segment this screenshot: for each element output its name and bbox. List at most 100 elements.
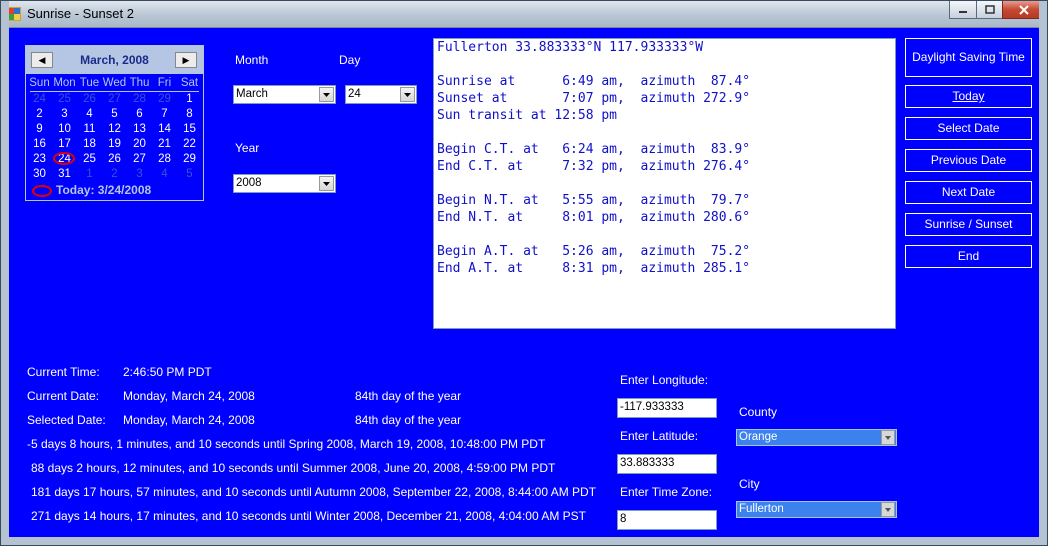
previous-date-button[interactable]: Previous Date xyxy=(905,149,1032,172)
calendar-day[interactable]: 3 xyxy=(52,108,77,120)
calendar-day[interactable]: 30 xyxy=(27,168,52,180)
calendar-day[interactable]: 19 xyxy=(102,138,127,150)
calendar-header: ◀ March, 2008 ▶ xyxy=(26,46,203,74)
calendar-day[interactable]: 9 xyxy=(27,123,52,135)
maximize-icon xyxy=(984,5,995,14)
end-button[interactable]: End xyxy=(905,245,1032,268)
calendar-day[interactable]: 5 xyxy=(177,168,202,180)
dropdown-arrow-icon[interactable] xyxy=(319,176,334,191)
summer-countdown: 88 days 2 hours, 12 minutes, and 10 seco… xyxy=(31,461,556,475)
calendar-day[interactable]: 5 xyxy=(102,108,127,120)
calendar-day[interactable]: 23 xyxy=(27,153,52,165)
calendar-day[interactable]: 29 xyxy=(152,93,177,105)
dropdown-arrow-icon[interactable] xyxy=(881,430,895,445)
calendar-day[interactable]: 24 xyxy=(52,152,77,165)
close-button[interactable] xyxy=(1002,1,1045,19)
day-select[interactable]: 24 xyxy=(345,85,417,104)
calendar-dow-header: Mon xyxy=(53,77,76,89)
result-line: End C.T. at 7:32 pm, azimuth 276.4° xyxy=(437,159,751,174)
calendar-day[interactable]: 4 xyxy=(152,168,177,180)
today-button[interactable]: Today xyxy=(905,85,1032,108)
calendar-day[interactable]: 2 xyxy=(27,108,52,120)
calendar-day[interactable]: 7 xyxy=(152,108,177,120)
calendar-day[interactable]: 8 xyxy=(177,108,202,120)
latitude-input[interactable]: 33.883333 xyxy=(617,454,717,474)
results-textbox[interactable]: Fullerton 33.883333°N 117.933333°W Sunris… xyxy=(433,38,896,329)
calendar-dow-header: Tue xyxy=(79,77,100,89)
latitude-label: Enter Latitude: xyxy=(620,429,699,443)
maximize-button[interactable] xyxy=(976,1,1003,19)
city-value: Fullerton xyxy=(739,503,784,515)
calendar-today-link[interactable]: Today: 3/24/2008 xyxy=(28,183,201,199)
current-day-of-year: 84th day of the year xyxy=(355,389,462,403)
title-bar[interactable]: Sunrise - Sunset 2 xyxy=(1,1,1047,28)
calendar-day[interactable]: 4 xyxy=(77,108,102,120)
calendar-day[interactable]: 1 xyxy=(77,168,102,180)
calendar-day[interactable]: 18 xyxy=(77,138,102,150)
app-window: Sunrise - Sunset 2 ◀ March, 2008 ▶ Today… xyxy=(0,0,1048,546)
day-value: 24 xyxy=(348,88,361,100)
calendar-dow-header: Sat xyxy=(180,77,199,89)
month-label: Month xyxy=(235,53,269,67)
calendar-dow-header: Thu xyxy=(129,77,150,89)
calendar-day[interactable]: 26 xyxy=(102,153,127,165)
year-value: 2008 xyxy=(236,177,262,189)
longitude-label: Enter Longitude: xyxy=(620,373,709,387)
calendar-day[interactable]: 28 xyxy=(127,93,152,105)
calendar-day[interactable]: 27 xyxy=(102,93,127,105)
calendar-day[interactable]: 22 xyxy=(177,138,202,150)
calendar-dow-header: Sun xyxy=(29,77,50,89)
select-date-button[interactable]: Select Date xyxy=(905,117,1032,140)
calendar-day[interactable]: 25 xyxy=(52,93,77,105)
timezone-input[interactable]: 8 xyxy=(617,510,717,530)
minimize-button[interactable] xyxy=(949,1,977,19)
calendar-day[interactable]: 6 xyxy=(127,108,152,120)
result-line: Begin C.T. at 6:24 am, azimuth 83.9° xyxy=(437,142,751,157)
selected-date-value: Monday, March 24, 2008 xyxy=(123,413,255,427)
selected-date-label: Selected Date: xyxy=(27,413,106,427)
current-time-label: Current Time: xyxy=(27,365,100,379)
county-select[interactable]: Orange xyxy=(736,429,897,446)
sunrise-sunset-label: Sunrise / Sunset xyxy=(924,217,1013,231)
calendar-day[interactable]: 2 xyxy=(102,168,127,180)
calendar-day[interactable]: 26 xyxy=(77,93,102,105)
calendar-day[interactable]: 15 xyxy=(177,123,202,135)
calendar-next-button[interactable]: ▶ xyxy=(175,52,197,68)
year-select[interactable]: 2008 xyxy=(233,174,336,193)
calendar-day[interactable]: 31 xyxy=(52,168,77,180)
previous-date-label: Previous Date xyxy=(930,153,1007,167)
calendar-day[interactable]: 12 xyxy=(102,123,127,135)
window-title: Sunrise - Sunset 2 xyxy=(27,6,134,21)
calendar-day[interactable]: 17 xyxy=(52,138,77,150)
calendar-day[interactable]: 11 xyxy=(77,123,102,135)
current-date-value: Monday, March 24, 2008 xyxy=(123,389,255,403)
select-date-label: Select Date xyxy=(937,121,1000,135)
calendar-day[interactable]: 29 xyxy=(177,153,202,165)
dropdown-arrow-icon[interactable] xyxy=(881,502,895,517)
calendar-day[interactable]: 1 xyxy=(177,93,202,105)
county-value: Orange xyxy=(739,431,778,443)
calendar-day[interactable]: 3 xyxy=(127,168,152,180)
dropdown-arrow-icon[interactable] xyxy=(400,87,415,102)
calendar-day[interactable]: 21 xyxy=(152,138,177,150)
longitude-input[interactable]: -117.933333 xyxy=(617,398,717,418)
calendar-day[interactable]: 13 xyxy=(127,123,152,135)
calendar-day[interactable]: 28 xyxy=(152,153,177,165)
calendar-day[interactable]: 24 xyxy=(27,93,52,105)
dropdown-arrow-icon[interactable] xyxy=(319,87,334,102)
minimize-icon xyxy=(959,10,967,13)
calendar-day[interactable]: 27 xyxy=(127,153,152,165)
calendar-day[interactable]: 20 xyxy=(127,138,152,150)
next-date-button[interactable]: Next Date xyxy=(905,181,1032,204)
month-select[interactable]: March xyxy=(233,85,336,104)
calendar-day[interactable]: 16 xyxy=(27,138,52,150)
month-calendar[interactable]: ◀ March, 2008 ▶ Today: 3/24/2008 Sun Mon T… xyxy=(25,45,204,201)
sunrise-sunset-button[interactable]: Sunrise / Sunset xyxy=(905,213,1032,236)
calendar-day[interactable]: 10 xyxy=(52,123,77,135)
calendar-day[interactable]: 25 xyxy=(77,153,102,165)
result-line: Sun transit at 12:58 pm xyxy=(437,108,618,123)
spring-countdown: -5 days 8 hours, 1 minutes, and 10 secon… xyxy=(27,437,546,451)
city-select[interactable]: Fullerton xyxy=(736,501,897,518)
daylight-saving-time-button[interactable]: Daylight Saving Time xyxy=(905,38,1032,77)
calendar-day[interactable]: 14 xyxy=(152,123,177,135)
